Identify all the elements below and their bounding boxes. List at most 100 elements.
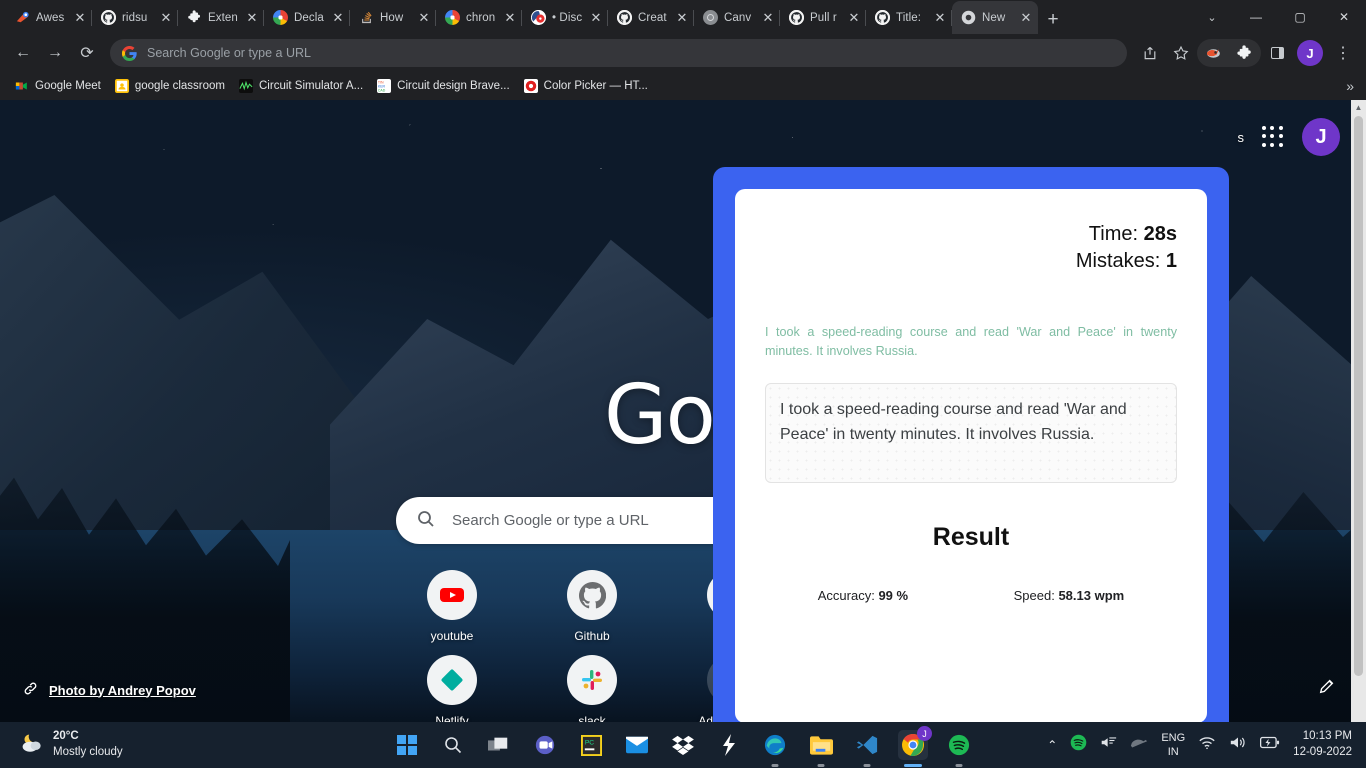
- search-icon[interactable]: [438, 730, 468, 760]
- typing-test-card: Time: 28s Mistakes: 1 I took a speed-rea…: [735, 189, 1207, 722]
- shortcut-item[interactable]: youtube: [396, 570, 508, 643]
- spotify-icon[interactable]: [944, 730, 974, 760]
- spotify-tray-icon[interactable]: [1070, 734, 1087, 756]
- browser-tab[interactable]: Pull r ✕: [780, 1, 866, 34]
- disc-icon: [531, 10, 546, 25]
- battery-charging-icon[interactable]: [1260, 736, 1280, 754]
- teams-icon[interactable]: [530, 730, 560, 760]
- chrome-menu-icon[interactable]: ⋮: [1328, 38, 1358, 68]
- tab-close-icon[interactable]: ✕: [74, 11, 86, 24]
- browser-tab[interactable]: How ✕: [350, 1, 436, 34]
- tab-close-icon[interactable]: ✕: [246, 11, 258, 24]
- dropbox-icon[interactable]: [668, 730, 698, 760]
- tab-title: Exten: [208, 11, 238, 24]
- scrollbar-thumb[interactable]: [1354, 116, 1363, 676]
- reload-icon[interactable]: ⟳: [72, 38, 102, 68]
- task-view-icon[interactable]: [484, 730, 514, 760]
- customize-chrome-icon[interactable]: [1318, 677, 1336, 700]
- edge-icon[interactable]: [760, 730, 790, 760]
- puzzle-icon[interactable]: [1229, 38, 1259, 68]
- bookmark-label: Google Meet: [35, 80, 101, 92]
- scroll-up-arrow[interactable]: ▲: [1351, 100, 1366, 115]
- tab-close-icon[interactable]: ✕: [160, 11, 172, 24]
- tab-close-icon[interactable]: ✕: [1020, 11, 1032, 24]
- tab-close-icon[interactable]: ✕: [418, 11, 430, 24]
- tab-title: • Disc: [552, 11, 583, 24]
- mistakes-value: 1: [1165, 250, 1177, 272]
- browser-tab[interactable]: Awes ✕: [6, 1, 92, 34]
- tab-close-icon[interactable]: ✕: [504, 11, 516, 24]
- tab-search-button[interactable]: ⌄: [1190, 1, 1234, 33]
- tab-close-icon[interactable]: ✕: [934, 11, 946, 24]
- clock-time: 10:13 PM: [1302, 730, 1352, 743]
- side-panel-icon[interactable]: [1262, 38, 1292, 68]
- wifi-icon[interactable]: [1198, 735, 1216, 755]
- apps-grid-icon[interactable]: [1262, 126, 1284, 148]
- quote-text: I took a speed-reading course and read '…: [765, 325, 1177, 358]
- new-tab-button[interactable]: +: [1038, 6, 1068, 34]
- browser-tab[interactable]: Creat ✕: [608, 1, 694, 34]
- clock[interactable]: 10:13 PM 12-09-2022: [1293, 729, 1352, 760]
- back-icon[interactable]: ←: [8, 38, 38, 68]
- toolbar-actions: J ⋮: [1135, 38, 1358, 68]
- browser-tab[interactable]: Decla ✕: [264, 1, 350, 34]
- start-button[interactable]: [392, 730, 422, 760]
- shortcut-item[interactable]: Github: [536, 570, 648, 643]
- tab-title: Title:: [896, 11, 922, 24]
- bookmark-star-icon[interactable]: [1166, 38, 1196, 68]
- chrome-icon[interactable]: J: [898, 726, 932, 760]
- page-scrollbar[interactable]: ▲: [1351, 100, 1366, 722]
- share-icon[interactable]: [1135, 38, 1165, 68]
- tab-close-icon[interactable]: ✕: [762, 11, 774, 24]
- ntp-profile-avatar[interactable]: J: [1302, 118, 1340, 156]
- bookmark-item[interactable]: google classroom: [108, 76, 232, 96]
- browser-tab[interactable]: Canv ✕: [694, 1, 780, 34]
- browser-tab[interactable]: • Disc ✕: [522, 1, 608, 34]
- volume-icon[interactable]: [1229, 735, 1247, 755]
- tray-chevron-icon[interactable]: ⌃: [1047, 738, 1057, 752]
- bookmark-item[interactable]: Google Meet: [8, 76, 108, 96]
- tab-close-icon[interactable]: ✕: [676, 11, 688, 24]
- chrome-icon: [445, 10, 460, 25]
- browser-tab[interactable]: Title: ✕: [866, 1, 952, 34]
- address-bar[interactable]: Search Google or type a URL: [110, 39, 1127, 67]
- browser-tab[interactable]: Exten ✕: [178, 1, 264, 34]
- maximize-button[interactable]: ▢: [1278, 1, 1322, 33]
- bookmark-label: google classroom: [134, 80, 225, 92]
- accuracy-stat: Accuracy: 99 %: [818, 588, 908, 603]
- tab-title: ridsu: [122, 11, 148, 24]
- tab-close-icon[interactable]: ✕: [590, 11, 602, 24]
- forward-icon[interactable]: →: [40, 38, 70, 68]
- gmail-link[interactable]: s: [1238, 130, 1245, 145]
- browser-tab-active[interactable]: New ✕: [952, 1, 1038, 34]
- bookmark-item[interactable]: TIN KER CAD Circuit design Brave...: [370, 76, 517, 96]
- typing-input-area[interactable]: I took a speed-reading course and read '…: [765, 382, 1177, 483]
- minimize-button[interactable]: —: [1234, 1, 1278, 33]
- browser-tab[interactable]: ridsu ✕: [92, 1, 178, 34]
- mouse-icon[interactable]: [1130, 736, 1148, 755]
- profile-avatar[interactable]: J: [1297, 40, 1323, 66]
- classroom-icon: [114, 79, 129, 93]
- bookmark-item[interactable]: Color Picker — HT...: [517, 76, 655, 96]
- tab-close-icon[interactable]: ✕: [332, 11, 344, 24]
- chrome-window: Awes ✕ ridsu ✕ Exten ✕ Decla ✕ How ✕ chr…: [0, 0, 1366, 722]
- close-button[interactable]: ✕: [1322, 1, 1366, 33]
- extension-icon[interactable]: [1199, 38, 1229, 68]
- tab-close-icon[interactable]: ✕: [848, 11, 860, 24]
- mail-icon[interactable]: [622, 730, 652, 760]
- tab-title: Awes: [36, 11, 65, 24]
- taskbar-weather-widget[interactable]: 20°C Mostly cloudy: [0, 729, 123, 760]
- pycharm-icon[interactable]: PC: [576, 730, 606, 760]
- bookmarks-overflow-icon[interactable]: »: [1346, 78, 1358, 94]
- file-explorer-icon[interactable]: [806, 730, 836, 760]
- shortcut-item[interactable]: Netlify: [396, 655, 508, 722]
- volume-mixer-icon[interactable]: [1100, 735, 1117, 755]
- vscode-icon[interactable]: [852, 730, 882, 760]
- shortcut-item[interactable]: slack: [536, 655, 648, 722]
- flash-icon[interactable]: [714, 730, 744, 760]
- search-icon: [416, 509, 436, 533]
- photo-credit[interactable]: Photo by Andrey Popov: [22, 680, 196, 700]
- browser-tab[interactable]: chron ✕: [436, 1, 522, 34]
- bookmark-item[interactable]: Circuit Simulator A...: [232, 76, 370, 96]
- language-indicator[interactable]: ENG IN: [1161, 731, 1185, 760]
